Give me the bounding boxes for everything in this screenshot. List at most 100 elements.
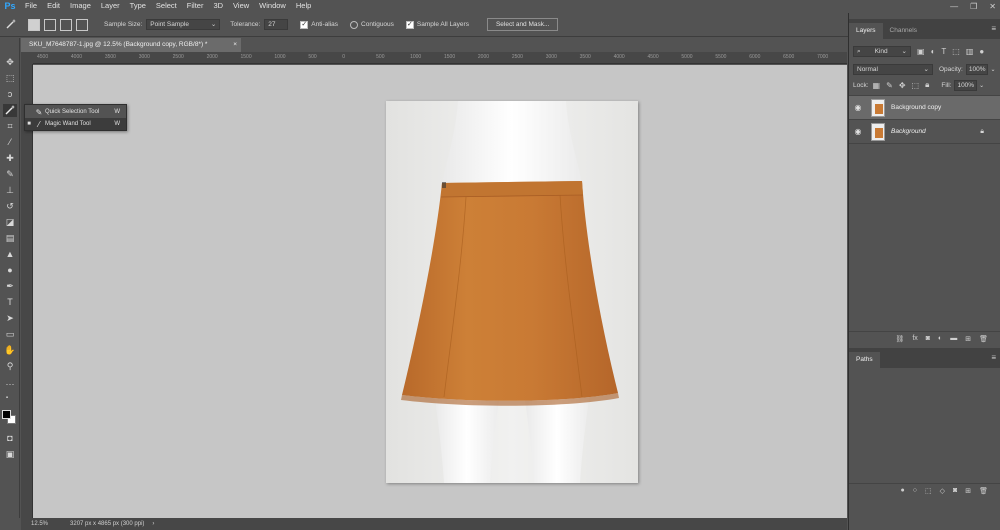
zoom-level[interactable]: 12.5% bbox=[21, 521, 56, 527]
new-path-icon[interactable]: ⊞ bbox=[965, 487, 971, 495]
hand-tool-icon[interactable]: ✋ bbox=[3, 344, 17, 357]
menu-edit[interactable]: Edit bbox=[42, 0, 65, 12]
add-mask-icon[interactable]: ◙ bbox=[926, 335, 930, 342]
left-ruler[interactable] bbox=[21, 64, 33, 518]
visibility-eye-icon[interactable]: ◉ bbox=[849, 103, 867, 112]
kind-filter-select[interactable]: ⌕ Kind ⌄ bbox=[853, 45, 911, 57]
rectangle-tool-icon[interactable]: ▭ bbox=[3, 328, 17, 341]
load-selection-icon[interactable]: ⬚ bbox=[925, 487, 932, 495]
lock-transparent-icon[interactable]: ▦ bbox=[873, 81, 881, 90]
subtract-from-selection-icon[interactable] bbox=[60, 18, 72, 31]
menu-layer[interactable]: Layer bbox=[96, 0, 125, 12]
lock-pixels-icon[interactable]: ✎ bbox=[886, 81, 893, 90]
canvas-area[interactable] bbox=[33, 65, 847, 518]
opacity-input[interactable]: 100% bbox=[965, 63, 989, 75]
chevron-down-icon[interactable]: ⌄ bbox=[990, 66, 995, 73]
type-filter-icon[interactable]: T bbox=[941, 47, 946, 56]
tab-layers[interactable]: Layers bbox=[849, 23, 883, 39]
type-tool-icon[interactable]: T bbox=[3, 296, 17, 309]
move-tool-icon[interactable]: ✥ bbox=[3, 56, 17, 69]
history-brush-icon[interactable]: ↺ bbox=[3, 200, 17, 213]
link-layers-icon[interactable]: ⛓ bbox=[895, 335, 904, 343]
trash-icon[interactable]: 🗑︎ bbox=[979, 335, 988, 343]
menu-view[interactable]: View bbox=[228, 0, 254, 12]
clone-stamp-icon[interactable]: ⊥ bbox=[3, 184, 17, 197]
eyedropper-tool-icon[interactable]: ⁄ bbox=[3, 136, 17, 149]
minimize-icon[interactable]: — bbox=[950, 2, 958, 11]
adjustment-filter-icon[interactable]: ◐ bbox=[931, 47, 936, 56]
screen-mode-icon[interactable]: ▣ bbox=[3, 448, 17, 461]
chevron-down-icon[interactable]: ⌄ bbox=[979, 82, 984, 89]
path-selection-icon[interactable]: ➤ bbox=[3, 312, 17, 325]
pen-tool-icon[interactable]: ✒ bbox=[3, 280, 17, 293]
lock-all-icon[interactable]: 🔒︎ bbox=[925, 80, 929, 90]
default-colors-icon[interactable]: ▪ bbox=[3, 392, 11, 405]
adjustment-layer-icon[interactable]: ◐ bbox=[938, 335, 942, 342]
visibility-eye-icon[interactable]: ◉ bbox=[849, 127, 867, 136]
marquee-tool-icon[interactable]: ⬚ bbox=[3, 72, 17, 85]
close-tab-icon[interactable]: × bbox=[233, 38, 237, 52]
tolerance-input[interactable]: 27 bbox=[264, 19, 289, 30]
pixel-filter-icon[interactable]: ▣ bbox=[917, 47, 925, 56]
new-group-icon[interactable]: ▬ bbox=[950, 335, 957, 342]
sample-all-layers-checkbox[interactable]: ✓ Sample All Layers bbox=[405, 20, 469, 29]
menu-filter[interactable]: Filter bbox=[182, 0, 209, 12]
lock-artboard-icon[interactable]: ⬚ bbox=[912, 81, 920, 90]
menu-type[interactable]: Type bbox=[125, 0, 151, 12]
sample-size-select[interactable]: Point Sample ⌄ bbox=[146, 19, 221, 30]
menu-select[interactable]: Select bbox=[151, 0, 182, 12]
new-layer-icon[interactable]: ⊞ bbox=[965, 335, 971, 343]
layer-row-background-copy[interactable]: ◉ Background copy bbox=[849, 96, 1000, 120]
healing-brush-icon[interactable]: ✚ bbox=[3, 152, 17, 165]
fx-icon[interactable]: fx bbox=[912, 335, 917, 342]
dodge-tool-icon[interactable]: ● bbox=[3, 264, 17, 277]
lasso-tool-icon[interactable]: ↄ bbox=[3, 88, 17, 101]
anti-alias-checkbox[interactable]: ✓ Anti-alias bbox=[300, 20, 338, 29]
gradient-tool-icon[interactable]: ▤ bbox=[3, 232, 17, 245]
menu-help[interactable]: Help bbox=[291, 0, 316, 12]
quick-mask-icon[interactable]: ◘ bbox=[3, 432, 17, 445]
menu-file[interactable]: File bbox=[20, 0, 42, 12]
magic-wand-tool-icon[interactable] bbox=[3, 104, 17, 117]
make-path-icon[interactable]: ◇ bbox=[940, 487, 945, 495]
menu-image[interactable]: Image bbox=[65, 0, 96, 12]
brush-tool-icon[interactable]: ✎ bbox=[3, 168, 17, 181]
smart-filter-icon[interactable]: ▥ bbox=[966, 47, 974, 56]
blend-mode-select[interactable]: Normal ⌄ bbox=[853, 63, 933, 75]
select-and-mask-button[interactable]: Select and Mask... bbox=[486, 18, 559, 31]
trash-icon[interactable]: 🗑︎ bbox=[979, 487, 988, 495]
blur-tool-icon[interactable]: ▲ bbox=[3, 248, 17, 261]
flyout-quick-selection[interactable]: ✎ Quick Selection Tool W bbox=[25, 106, 126, 118]
document-image[interactable] bbox=[386, 101, 638, 483]
document-tab[interactable]: SKU_M7648787-1.jpg @ 12.5% (Background c… bbox=[21, 38, 241, 52]
new-selection-icon[interactable] bbox=[28, 18, 40, 31]
add-to-selection-icon[interactable] bbox=[44, 18, 56, 31]
close-icon[interactable]: ✕ bbox=[989, 2, 996, 11]
tab-channels[interactable]: Channels bbox=[883, 23, 924, 39]
menu-3d[interactable]: 3D bbox=[208, 0, 228, 12]
lock-position-icon[interactable]: ✥ bbox=[899, 81, 906, 90]
eraser-tool-icon[interactable]: ◪ bbox=[3, 216, 17, 229]
top-ruler[interactable]: 4500 4000 3500 3000 2500 2000 1500 1000 500 0 500 1… bbox=[33, 52, 847, 64]
crop-tool-icon[interactable]: ⌗ bbox=[3, 120, 17, 133]
contiguous-checkbox[interactable]: Contiguous bbox=[350, 20, 394, 29]
panel-menu-icon[interactable]: ≡ bbox=[991, 24, 996, 33]
more-tools-icon[interactable]: ··· bbox=[3, 378, 17, 391]
stroke-path-icon[interactable]: ○ bbox=[913, 487, 917, 494]
menu-window[interactable]: Window bbox=[254, 0, 291, 12]
panel-menu-icon[interactable]: ≡ bbox=[991, 353, 996, 362]
zoom-tool-icon[interactable]: ⚲ bbox=[3, 360, 17, 373]
tab-paths[interactable]: Paths bbox=[849, 352, 880, 368]
filter-toggle-icon[interactable]: ● bbox=[979, 47, 984, 56]
intersect-selection-icon[interactable] bbox=[76, 18, 88, 31]
fill-input[interactable]: 100% bbox=[954, 79, 978, 91]
status-menu-arrow-icon[interactable]: › bbox=[152, 521, 154, 527]
layer-row-background[interactable]: ◉ Background 🔒︎ bbox=[849, 120, 1000, 144]
foreground-color-swatch[interactable] bbox=[2, 410, 11, 419]
shape-filter-icon[interactable]: ⬚ bbox=[952, 47, 960, 56]
add-mask-icon[interactable]: ◙ bbox=[953, 487, 957, 494]
magic-wand-preset-icon[interactable] bbox=[4, 18, 18, 31]
fill-path-icon[interactable]: ● bbox=[901, 487, 905, 494]
restore-icon[interactable]: ❐ bbox=[970, 2, 977, 11]
flyout-magic-wand[interactable]: ■ ⁄ Magic Wand Tool W bbox=[25, 118, 126, 130]
